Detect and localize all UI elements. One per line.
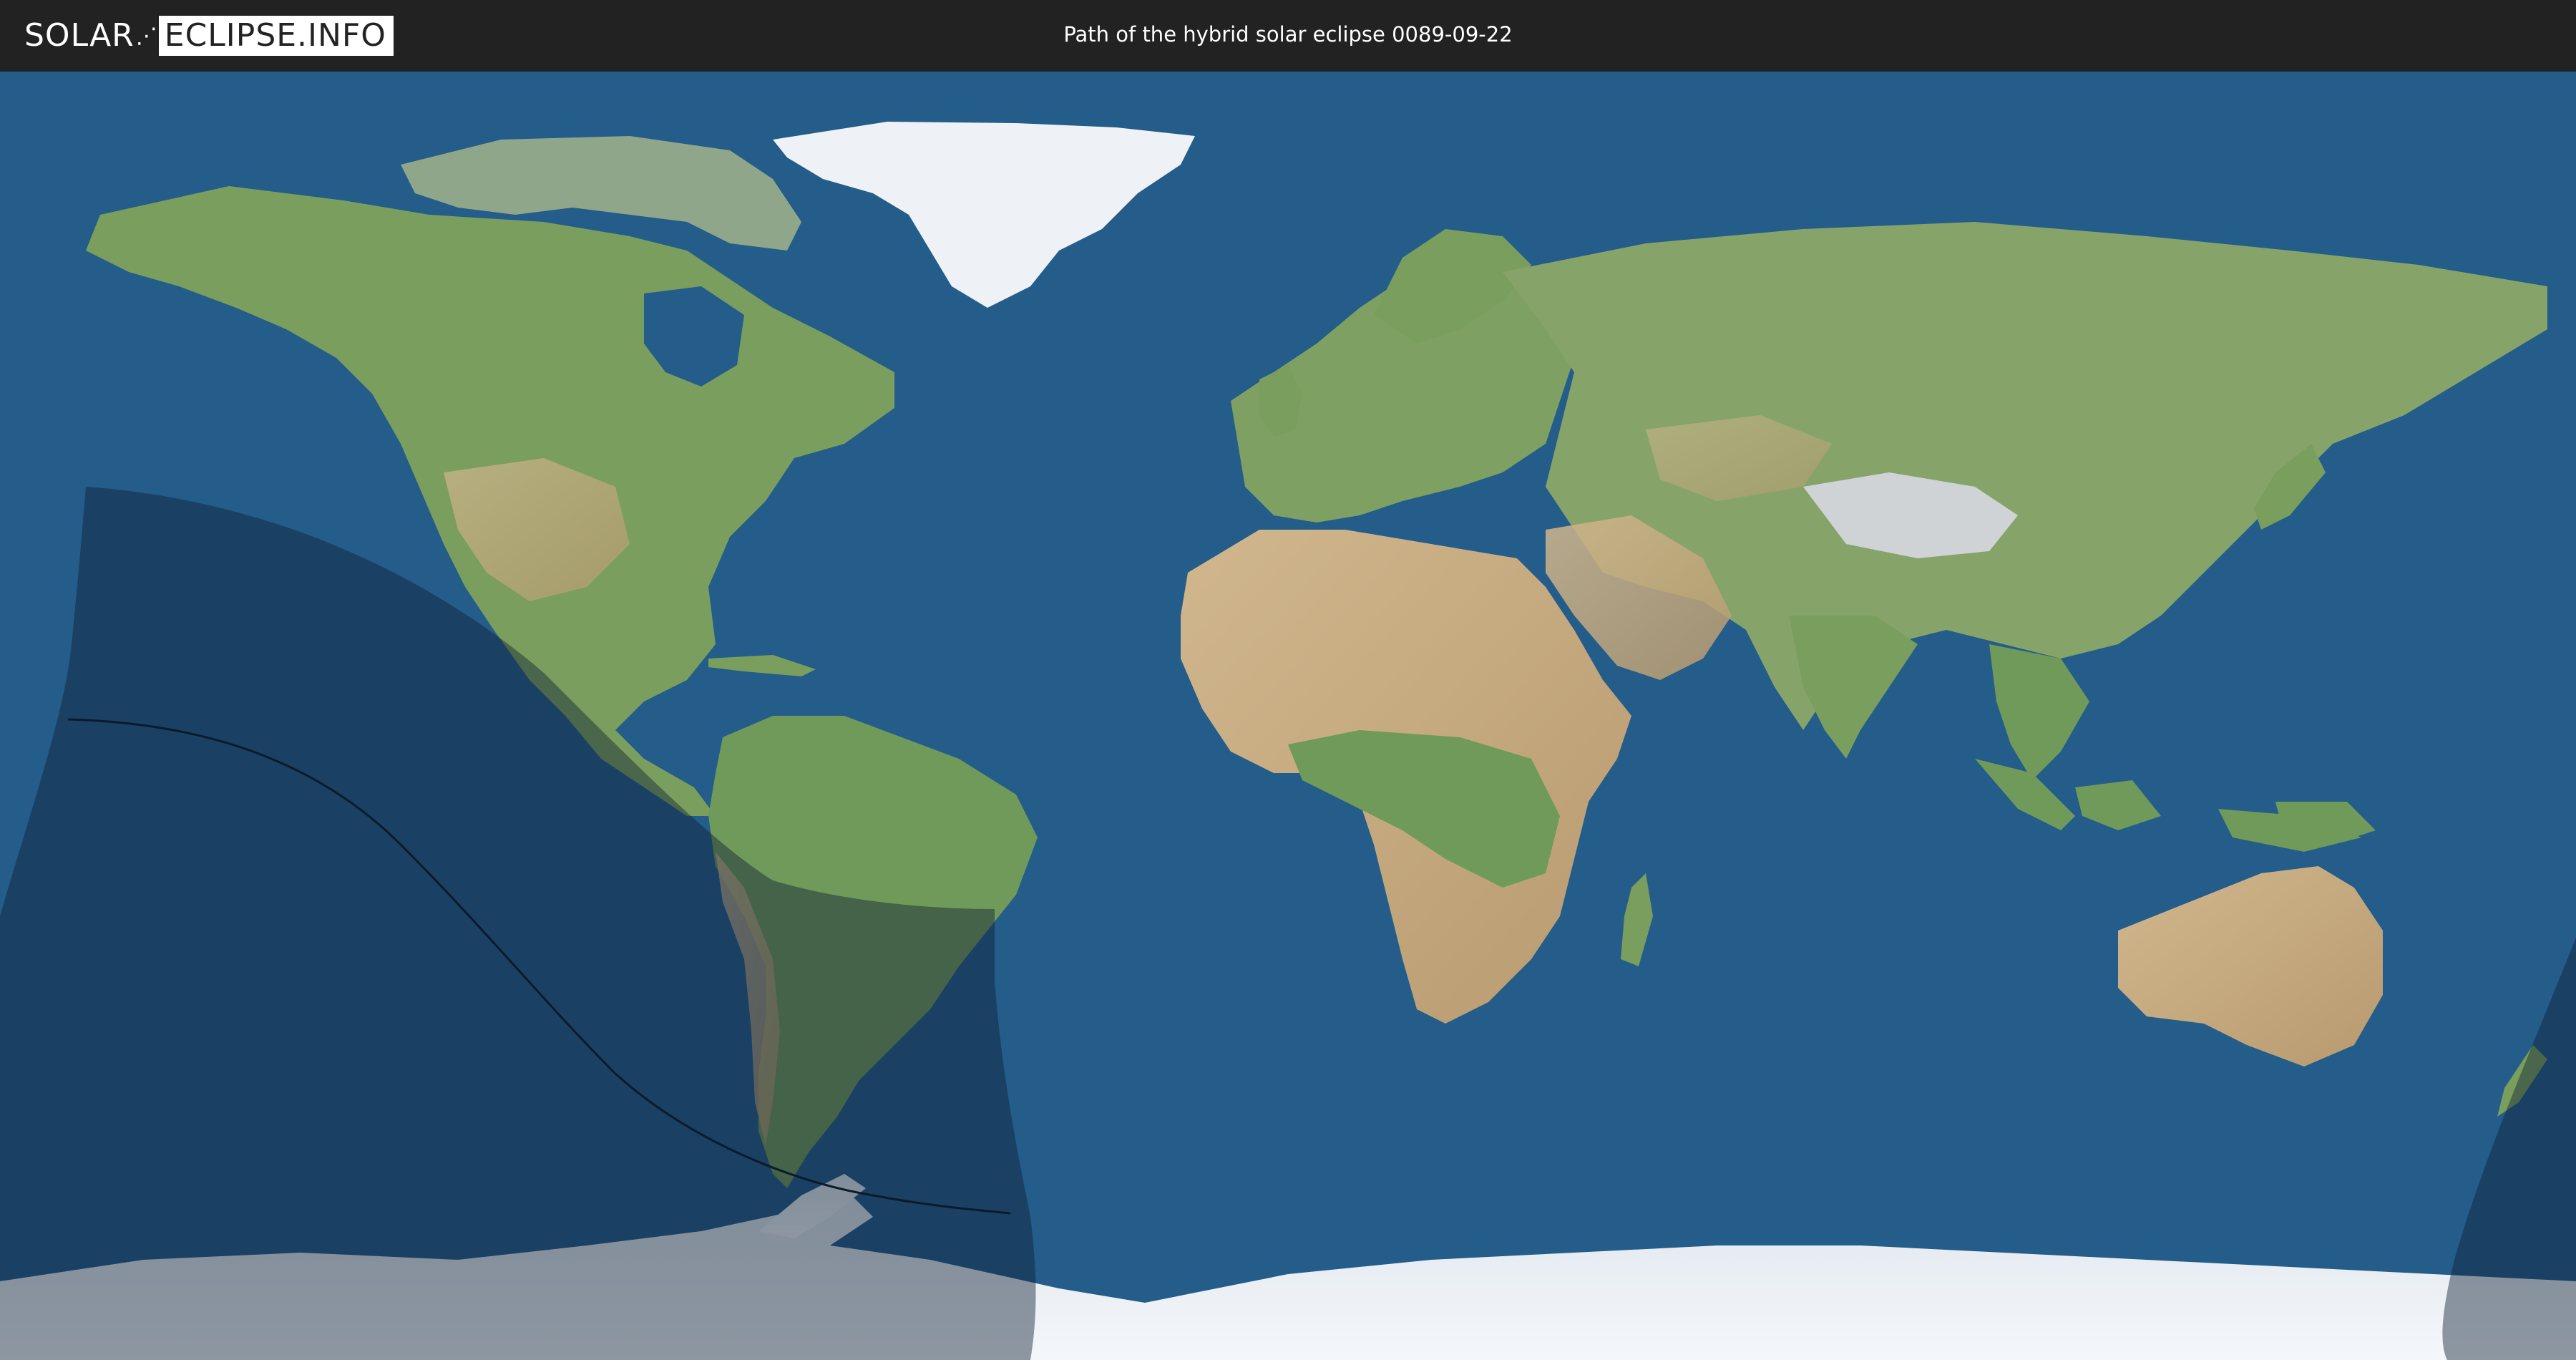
page-title: Path of the hybrid solar eclipse 0089-09… [1063, 22, 1513, 47]
top-bar: SOLAR ⋰ ECLIPSE.INFO Path of the hybrid … [0, 0, 2576, 72]
world-map[interactable] [0, 72, 2576, 1360]
world-map-svg [0, 72, 2576, 1360]
